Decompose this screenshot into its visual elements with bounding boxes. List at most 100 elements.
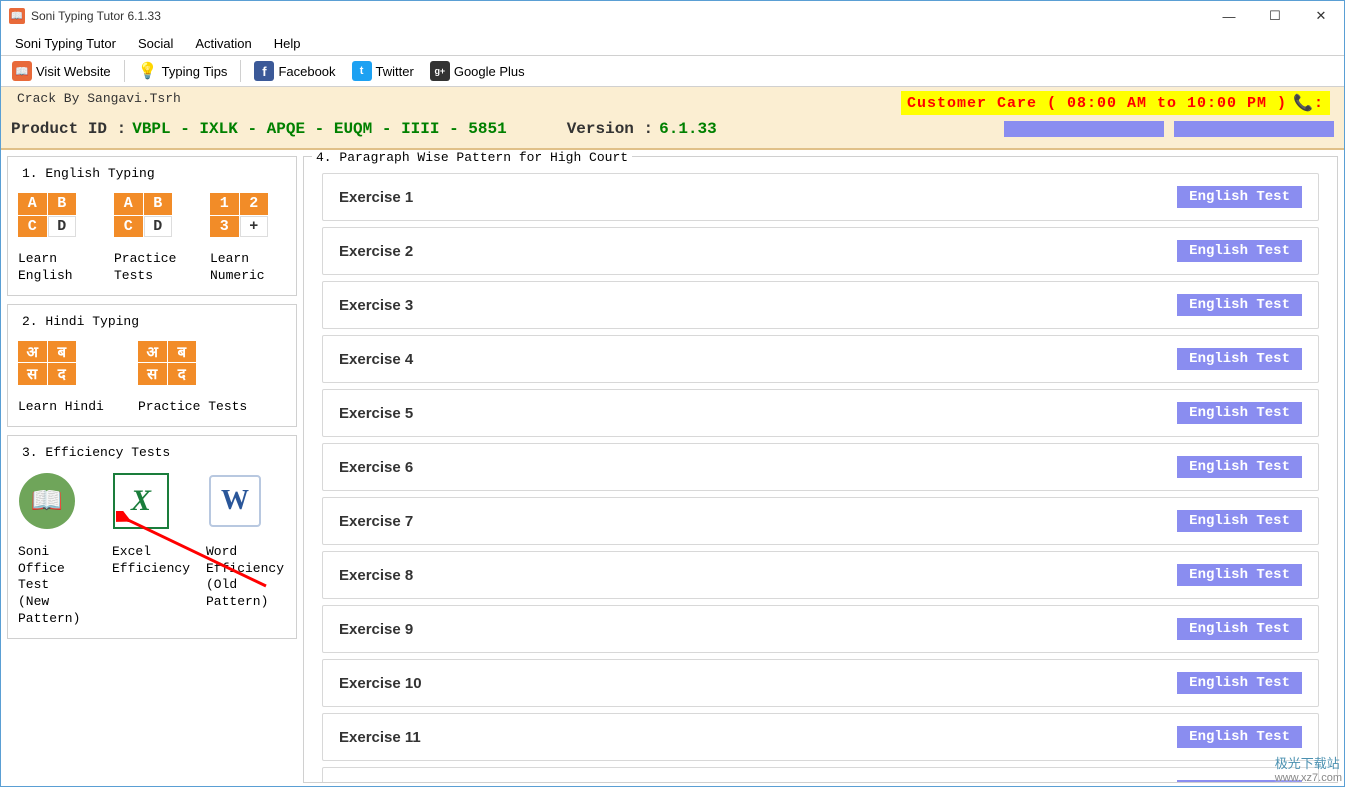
english-test-button[interactable]: English Test: [1177, 618, 1302, 640]
english-test-button[interactable]: English Test: [1177, 186, 1302, 208]
toolbar: 📖 Visit Website 💡 Typing Tips f Facebook…: [1, 55, 1344, 87]
english-test-button[interactable]: English Test: [1177, 348, 1302, 370]
practice-tests-hindi-button[interactable]: अबसद Practice Tests: [138, 341, 258, 416]
exercise-row[interactable]: Exercise 1 English Test: [322, 173, 1319, 221]
exercise-row[interactable]: Exercise 12English Test: [322, 767, 1319, 782]
exercise-row[interactable]: Exercise 5English Test: [322, 389, 1319, 437]
exercise-row[interactable]: Exercise 9English Test: [322, 605, 1319, 653]
visit-website-label: Visit Website: [36, 64, 111, 79]
titlebar: 📖 Soni Typing Tutor 6.1.33 — ☐ ✕: [1, 1, 1344, 31]
progress-bar-2: [1174, 121, 1334, 137]
word-efficiency-button[interactable]: W Word Efficiency (Old Pattern): [206, 472, 286, 612]
exercise-list[interactable]: Exercise 1 English Test Exercise 2 English …: [304, 171, 1337, 782]
typing-tips-button[interactable]: 💡 Typing Tips: [131, 58, 235, 84]
googleplus-button[interactable]: g+ Google Plus: [423, 58, 532, 84]
customer-care-suffix: :: [1314, 95, 1324, 112]
exercise-label: Exercise 10: [339, 675, 422, 692]
twitter-button[interactable]: t Twitter: [345, 58, 421, 84]
abc-grid-icon: ABCD: [18, 193, 76, 237]
panel-english-title: 1. English Typing: [18, 166, 159, 181]
soni-office-test-button[interactable]: 📖 Soni Office Test (New Pattern): [18, 472, 98, 628]
numeric-grid-icon: 123+: [210, 193, 268, 237]
practice-tests-hindi-label: Practice Tests: [138, 399, 247, 416]
product-id-label: Product ID :: [11, 120, 126, 138]
product-id-value: VBPL - IXLK - APQE - EUQM - IIII - 5851: [132, 120, 506, 138]
excel-efficiency-label: Excel Efficiency: [112, 544, 192, 578]
customer-care: Customer Care ( 08:00 AM to 10:00 PM ) 📞…: [901, 91, 1330, 115]
learn-english-button[interactable]: ABCD Learn English: [18, 193, 94, 285]
window-title: Soni Typing Tutor 6.1.33: [31, 9, 161, 23]
word-icon: W: [207, 473, 263, 529]
soni-office-icon: 📖: [19, 473, 75, 529]
exercise-row[interactable]: Exercise 11English Test: [322, 713, 1319, 761]
exercise-label: Exercise 2: [339, 243, 413, 260]
english-test-button[interactable]: English Test: [1177, 780, 1302, 782]
menu-item-social[interactable]: Social: [130, 34, 181, 53]
english-test-button[interactable]: English Test: [1177, 726, 1302, 748]
exercise-label: Exercise 6: [339, 459, 413, 476]
menu-item-help[interactable]: Help: [266, 34, 309, 53]
english-test-button[interactable]: English Test: [1177, 456, 1302, 478]
progress-bar-1: [1004, 121, 1164, 137]
abc-grid-icon-2: ABCD: [114, 193, 172, 237]
excel-efficiency-button[interactable]: X Excel Efficiency: [112, 472, 192, 578]
infobar: Crack By Sangavi.Tsrh Customer Care ( 08…: [1, 87, 1344, 150]
version-value: 6.1.33: [659, 120, 717, 138]
customer-care-text: Customer Care ( 08:00 AM to 10:00 PM ): [907, 95, 1287, 112]
panel-hindi-typing: 2. Hindi Typing अबसद Learn Hindi अबसद Pr…: [7, 304, 297, 427]
practice-tests-english-label: Practice Tests: [114, 251, 176, 285]
exercise-row[interactable]: Exercise 7English Test: [322, 497, 1319, 545]
exercise-label: Exercise 3: [339, 297, 413, 314]
menu-item-soni[interactable]: Soni Typing Tutor: [7, 34, 124, 53]
exercise-row[interactable]: Exercise 8 English Test: [322, 551, 1319, 599]
soni-office-label: Soni Office Test (New Pattern): [18, 544, 98, 628]
twitter-icon: t: [352, 61, 372, 81]
minimize-button[interactable]: —: [1206, 1, 1252, 31]
learn-hindi-button[interactable]: अबसद Learn Hindi: [18, 341, 118, 416]
maximize-button[interactable]: ☐: [1252, 1, 1298, 31]
learn-numeric-button[interactable]: 123+ Learn Numeric: [210, 193, 286, 285]
learn-hindi-label: Learn Hindi: [18, 399, 104, 416]
exercise-label: Exercise 1: [339, 189, 413, 206]
exercise-row[interactable]: Exercise 4 English Test: [322, 335, 1319, 383]
hindi-grid-icon: अबसद: [18, 341, 76, 385]
close-button[interactable]: ✕: [1298, 1, 1344, 31]
googleplus-icon: g+: [430, 61, 450, 81]
english-test-button[interactable]: English Test: [1177, 564, 1302, 586]
googleplus-label: Google Plus: [454, 64, 525, 79]
facebook-icon: f: [254, 61, 274, 81]
main-area: 4. Paragraph Wise Pattern for High Court…: [303, 150, 1344, 783]
english-test-button[interactable]: English Test: [1177, 672, 1302, 694]
exercise-panel-title: 4. Paragraph Wise Pattern for High Court: [312, 150, 632, 165]
phone-icon: 📞: [1293, 93, 1314, 113]
menu-item-activation[interactable]: Activation: [187, 34, 259, 53]
exercise-label: Exercise 8: [339, 567, 413, 584]
practice-tests-english-button[interactable]: ABCD Practice Tests: [114, 193, 190, 285]
exercise-row[interactable]: Exercise 10 English Test: [322, 659, 1319, 707]
exercise-row[interactable]: Exercise 2 English Test: [322, 227, 1319, 275]
excel-icon: X: [113, 473, 169, 529]
exercise-panel: 4. Paragraph Wise Pattern for High Court…: [303, 156, 1338, 783]
twitter-label: Twitter: [376, 64, 414, 79]
learn-english-label: Learn English: [18, 251, 73, 285]
exercise-label: Exercise 4: [339, 351, 413, 368]
english-test-button[interactable]: English Test: [1177, 294, 1302, 316]
panel-english-typing: 1. English Typing ABCD Learn English ABC…: [7, 156, 297, 296]
book-icon: 📖: [12, 61, 32, 81]
typing-tips-label: Typing Tips: [162, 64, 228, 79]
english-test-button[interactable]: English Test: [1177, 510, 1302, 532]
panel-efficiency-tests: 3. Efficiency Tests 📖 Soni Office Test (…: [7, 435, 297, 639]
exercise-row[interactable]: Exercise 3 English Test: [322, 281, 1319, 329]
visit-website-button[interactable]: 📖 Visit Website: [5, 58, 118, 84]
word-efficiency-label: Word Efficiency (Old Pattern): [206, 544, 286, 612]
facebook-button[interactable]: f Facebook: [247, 58, 342, 84]
sidebar: 1. English Typing ABCD Learn English ABC…: [1, 150, 303, 783]
hindi-grid-icon-2: अबसद: [138, 341, 196, 385]
version-label: Version :: [567, 120, 653, 138]
english-test-button[interactable]: English Test: [1177, 402, 1302, 424]
english-test-button[interactable]: English Test: [1177, 240, 1302, 262]
facebook-label: Facebook: [278, 64, 335, 79]
exercise-row[interactable]: Exercise 6 English Test: [322, 443, 1319, 491]
panel-hindi-title: 2. Hindi Typing: [18, 314, 143, 329]
menubar: Soni Typing Tutor Social Activation Help: [1, 31, 1344, 55]
